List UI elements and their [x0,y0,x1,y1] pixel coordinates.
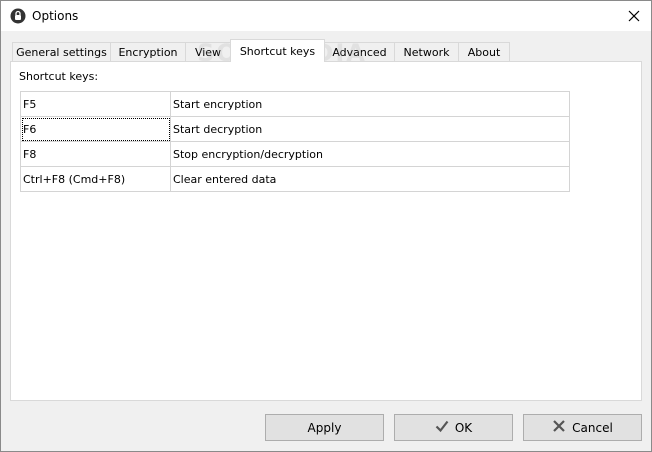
shortcut-keys-panel: Shortcut keys: F5 Start encryption F6 St… [10,61,642,401]
tab-general-settings[interactable]: General settings [12,42,111,61]
tab-shortcut-keys[interactable]: Shortcut keys [230,39,325,62]
table-row[interactable]: F6 Start decryption [20,116,570,142]
shortcut-action-cell[interactable]: Clear entered data [170,166,570,192]
table-row[interactable]: F5 Start encryption [20,91,570,117]
shortcut-action-cell[interactable]: Stop encryption/decryption [170,141,570,167]
close-icon[interactable] [617,1,651,31]
shortcut-key-cell[interactable]: F5 [20,91,171,117]
shortcut-key-cell[interactable]: Ctrl+F8 (Cmd+F8) [20,166,171,192]
shortcut-keys-label: Shortcut keys: [19,70,99,83]
shortcut-action-cell[interactable]: Start decryption [170,116,570,142]
ok-button[interactable]: OK [394,414,513,441]
shortcut-key-cell[interactable]: F6 [20,116,171,142]
ok-button-label: OK [454,420,473,435]
window-title: Options [32,9,79,23]
apply-button-label: Apply [307,420,342,435]
shortcut-table: F5 Start encryption F6 Start decryption … [20,91,570,192]
apply-button[interactable]: Apply [265,414,384,441]
table-row[interactable]: Ctrl+F8 (Cmd+F8) Clear entered data [20,166,570,192]
shortcut-key-cell[interactable]: F8 [20,141,171,167]
shortcut-action-cell[interactable]: Start encryption [170,91,570,117]
cancel-button[interactable]: Cancel [523,414,642,441]
cross-icon [552,419,566,436]
cancel-button-label: Cancel [572,420,613,435]
options-window: Options General settings Encryption View… [0,0,652,452]
lock-icon [10,8,26,24]
check-icon [435,419,449,436]
tab-network[interactable]: Network [394,42,459,61]
title-bar: Options [1,1,651,31]
table-row[interactable]: F8 Stop encryption/decryption [20,141,570,167]
tab-about[interactable]: About [458,42,510,61]
tab-encryption[interactable]: Encryption [110,42,186,61]
